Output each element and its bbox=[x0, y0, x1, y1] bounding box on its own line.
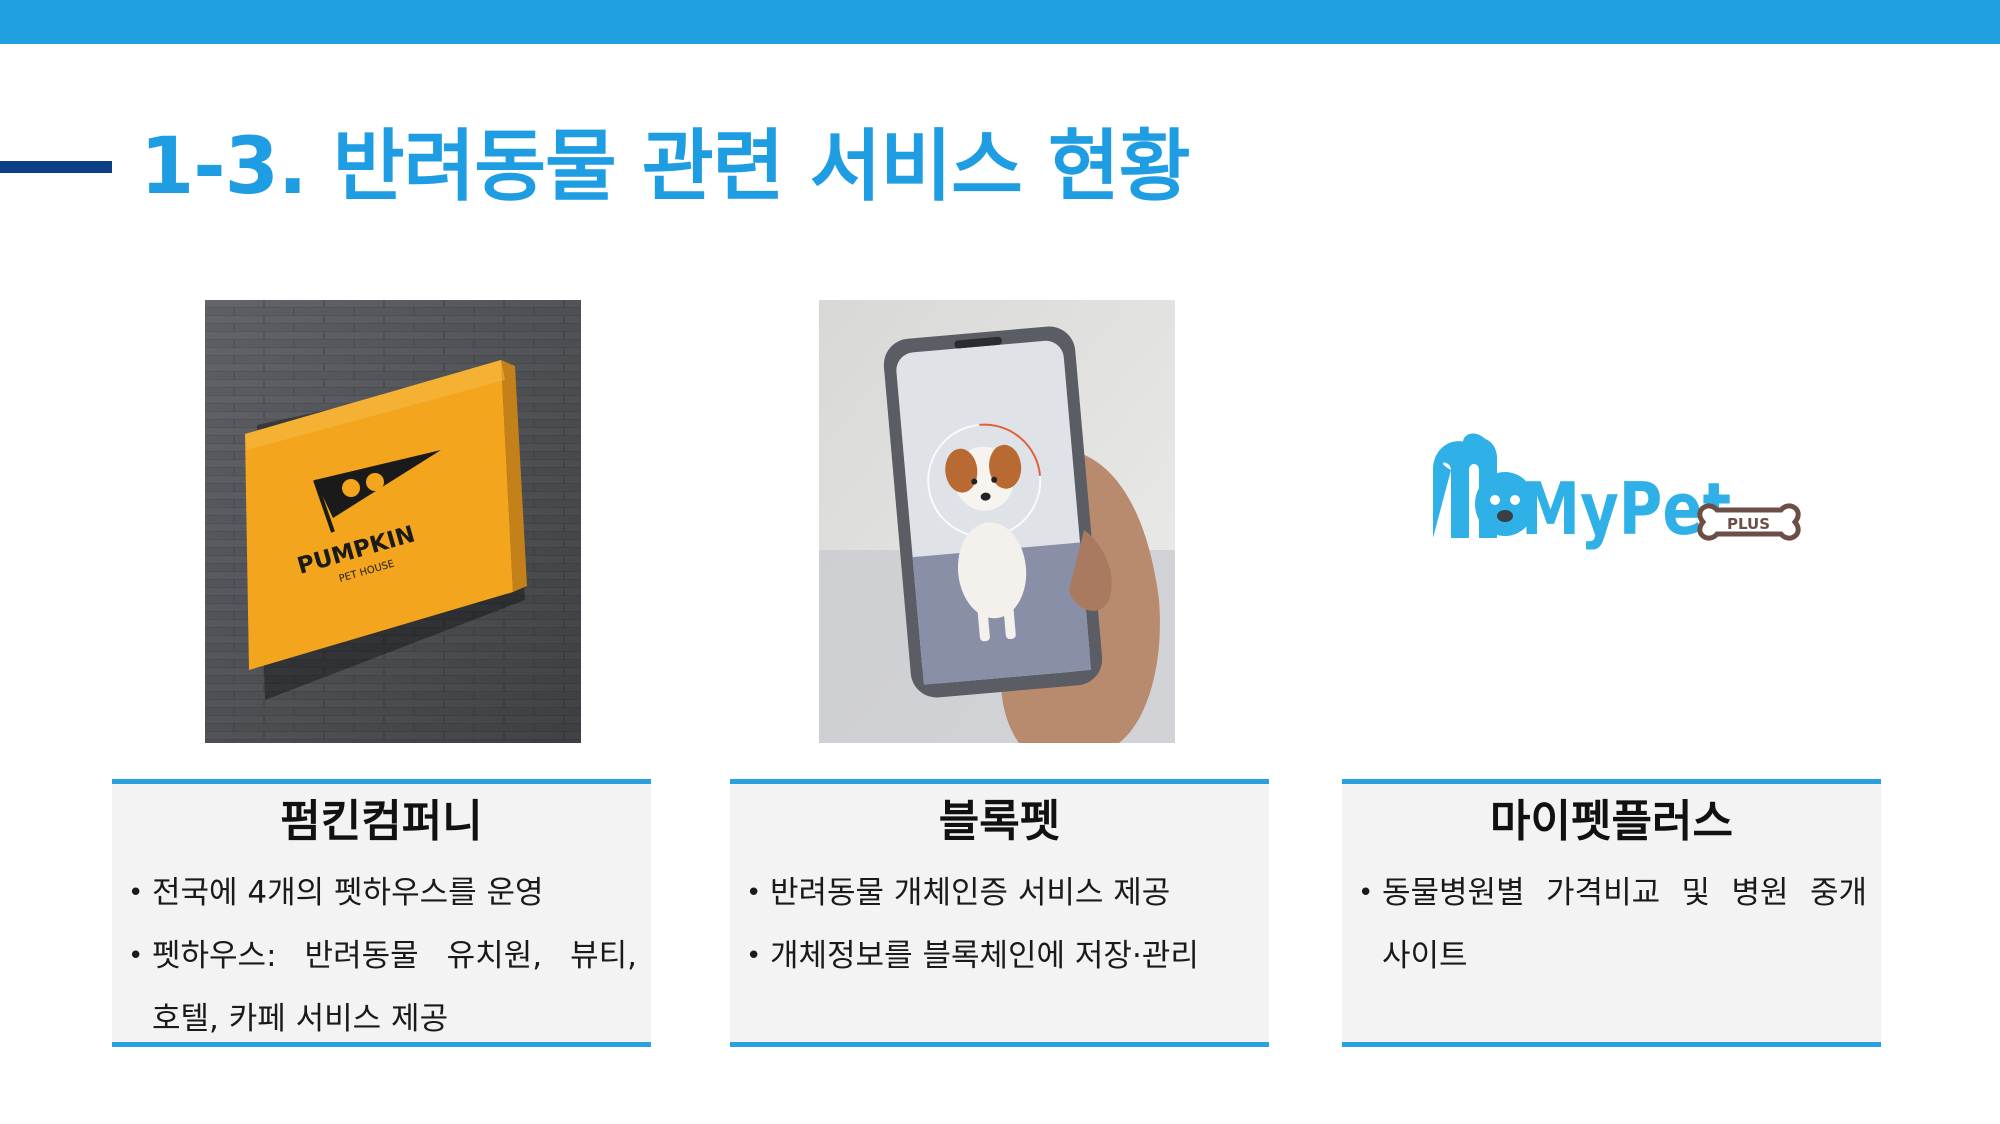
list-item: 펫하우스: 반려동물 유치원, 뷰티, bbox=[128, 925, 637, 988]
service-card-blockpet: 블록펫 반려동물 개체인증 서비스 제공 개체정보를 블록체인에 저장·관리 bbox=[730, 779, 1269, 1047]
page-title: 1-3. 반려동물 관련 서비스 현황 bbox=[140, 122, 1191, 212]
list-item: 호텔, 카페 서비스 제공 bbox=[152, 1001, 449, 1037]
card-bullet-list: 전국에 4개의 펫하우스를 운영 펫하우스: 반려동물 유치원, 뷰티, 호텔,… bbox=[112, 862, 651, 1051]
card-bullet-list: 반려동물 개체인증 서비스 제공 개체정보를 블록체인에 저장·관리 bbox=[730, 862, 1269, 988]
list-item: 사이트 bbox=[1382, 938, 1468, 974]
card-bullet-list: 동물병원별 가격비교 및 병원 중개 사이트 bbox=[1342, 862, 1881, 988]
top-accent-bar bbox=[0, 0, 2000, 44]
list-item: 전국에 4개의 펫하우스를 운영 bbox=[128, 862, 637, 925]
service-card-pumpkin: 펌킨컴퍼니 전국에 4개의 펫하우스를 운영 펫하우스: 반려동물 유치원, 뷰… bbox=[112, 779, 651, 1047]
card-title: 펌킨컴퍼니 bbox=[280, 796, 483, 847]
mypet-logo-illustration: MyPet PLUS bbox=[1433, 433, 1801, 551]
pumpkin-sign-image: PUMPKIN PET HOUSE bbox=[205, 300, 581, 743]
mypet-logo-image: MyPet PLUS bbox=[1425, 430, 1815, 570]
card-title: 블록펫 bbox=[938, 796, 1061, 847]
bone-badge-icon: PLUS bbox=[1697, 503, 1801, 541]
pumpkin-sign-illustration: PUMPKIN PET HOUSE bbox=[205, 300, 581, 743]
list-item: 반려동물 개체인증 서비스 제공 bbox=[746, 862, 1255, 925]
service-card-mypetplus: 마이펫플러스 동물병원별 가격비교 및 병원 중개 사이트 bbox=[1342, 779, 1881, 1047]
title-accent-rule bbox=[0, 161, 112, 173]
blockpet-phone-image bbox=[819, 300, 1175, 743]
mypet-plus-badge-text: PLUS bbox=[1727, 515, 1770, 533]
dog-face-m-icon bbox=[1433, 433, 1535, 538]
phone-dog-illustration bbox=[819, 300, 1175, 743]
card-title: 마이펫플러스 bbox=[1490, 796, 1733, 847]
list-item: 개체정보를 블록체인에 저장·관리 bbox=[746, 925, 1255, 988]
list-item: 동물병원별 가격비교 및 병원 중개 bbox=[1358, 862, 1867, 925]
